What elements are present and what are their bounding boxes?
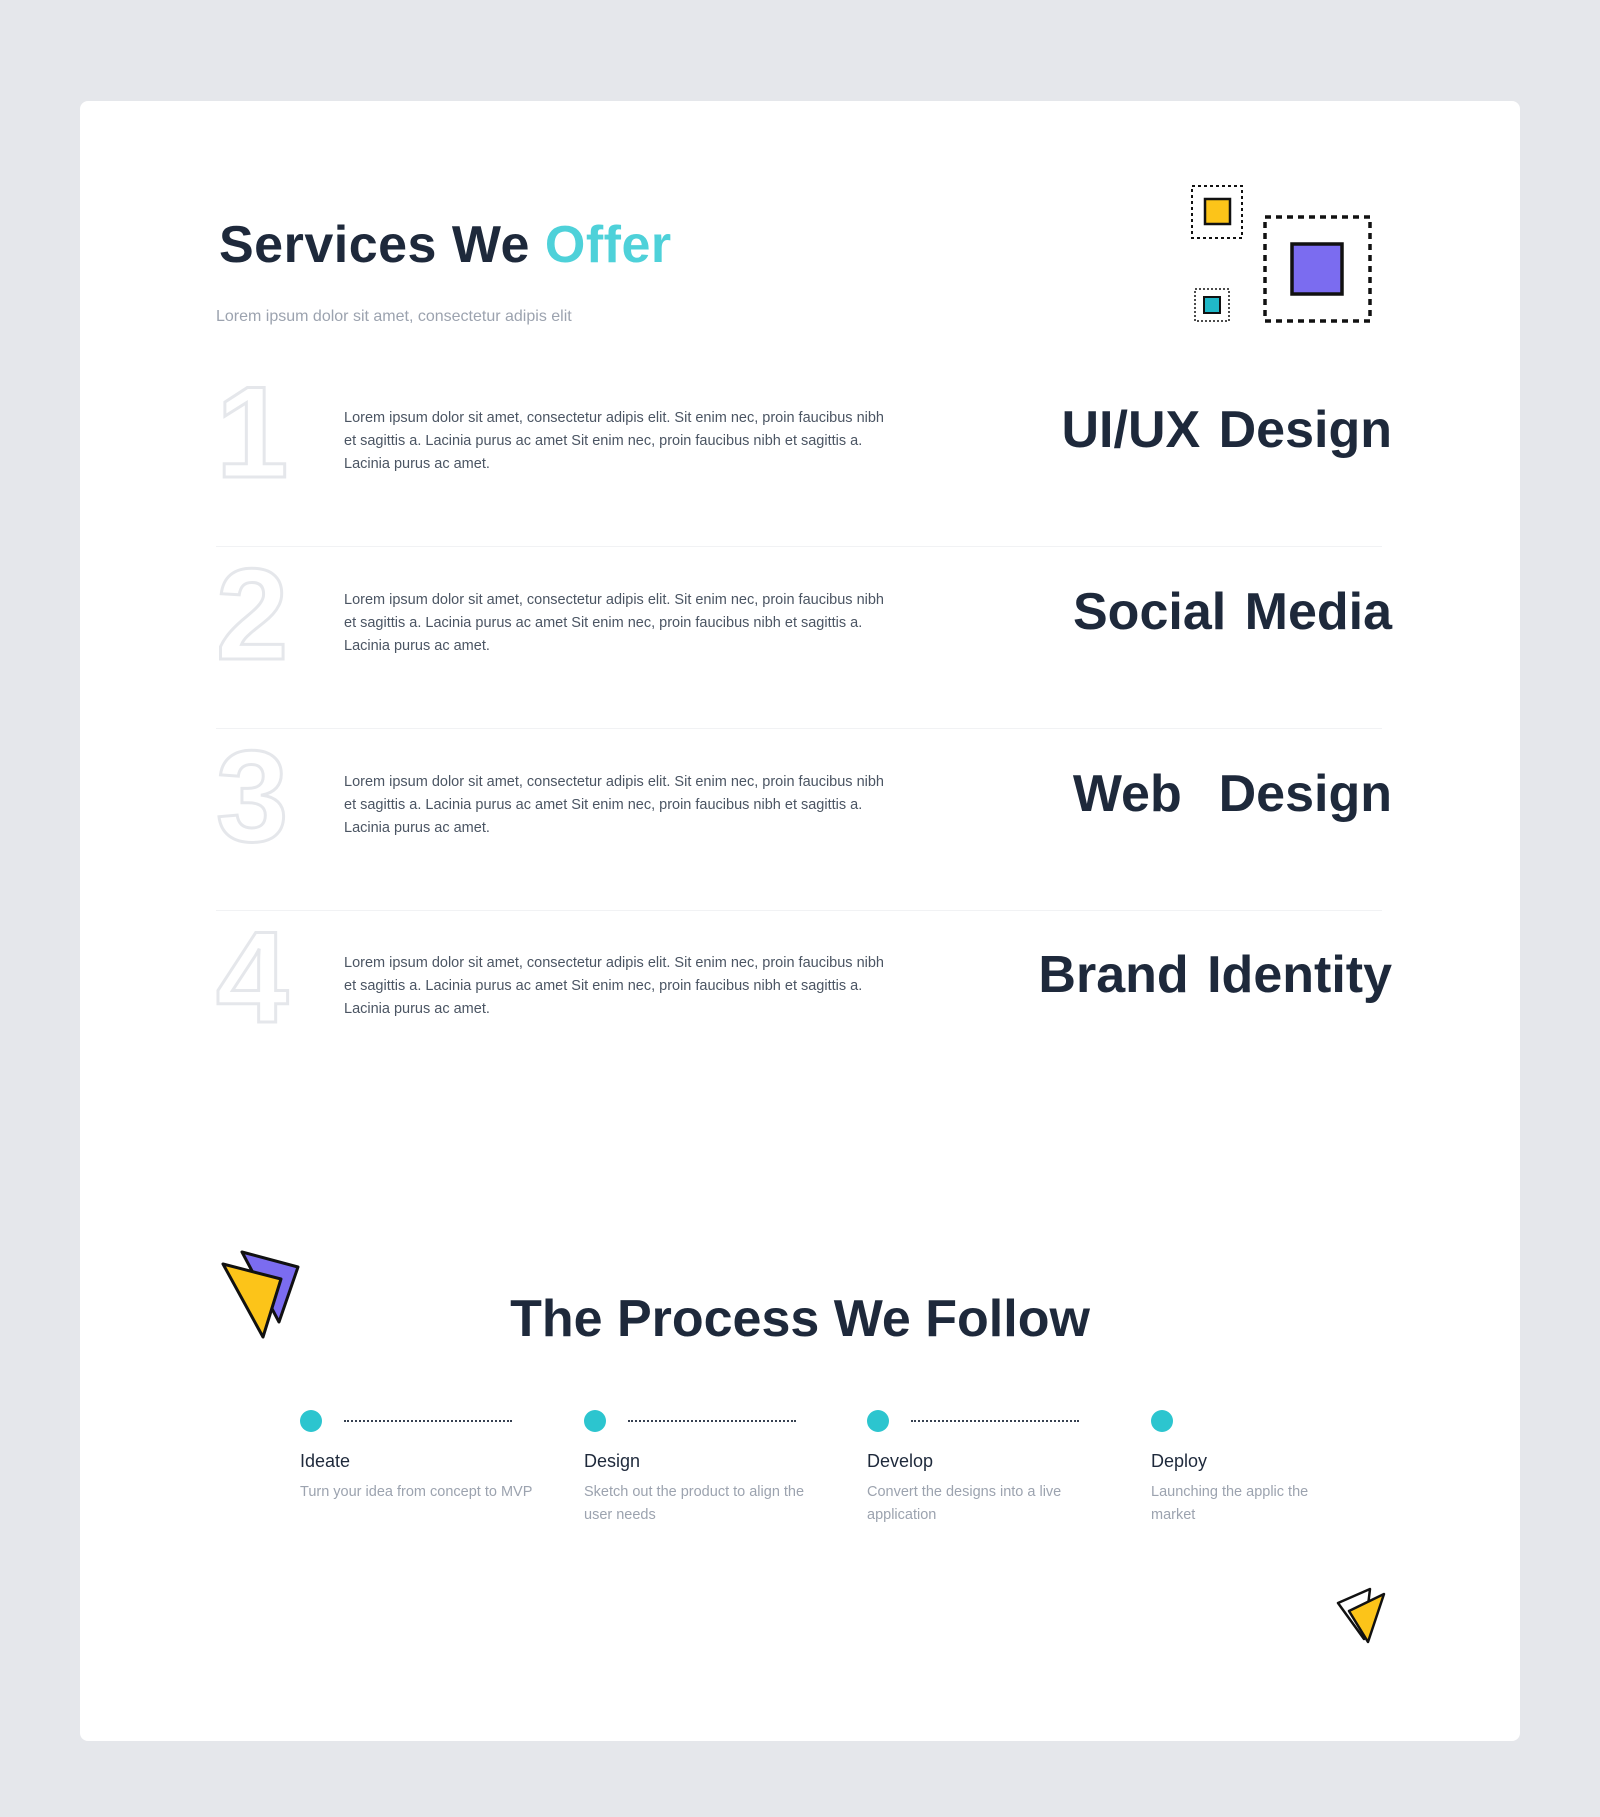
service-title: Brand Identity — [1038, 946, 1392, 1004]
service-title: Web Design — [1072, 765, 1392, 823]
step-name: Deploy — [1151, 1451, 1208, 1471]
step-dot — [1151, 1410, 1173, 1432]
row-divider — [216, 910, 1382, 911]
main-card: Services We Offer Lorem ipsum dolor sit … — [80, 101, 1520, 1741]
service-row: 3 Lorem ipsum dolor sit amet, consectetu… — [214, 723, 1392, 911]
page-title: Services We Offer — [219, 219, 672, 271]
service-number: 1 — [214, 359, 289, 505]
step-dot — [300, 1410, 322, 1432]
step-name: Design — [584, 1451, 641, 1471]
service-description: Lorem ipsum dolor sit amet, consectetur … — [344, 592, 884, 654]
process-title: The Process We Follow — [510, 1290, 1090, 1348]
step-description: Turn your idea from concept to MVP — [300, 1484, 533, 1500]
page-subtitle: Lorem ipsum dolor sit amet, consectetur … — [216, 308, 572, 325]
service-row: 4 Lorem ipsum dolor sit amet, consectetu… — [214, 904, 1392, 1092]
service-number: 2 — [214, 541, 289, 687]
step-connector — [628, 1420, 796, 1422]
service-row: 2 Lorem ipsum dolor sit amet, consectetu… — [214, 541, 1392, 729]
step-connector — [911, 1420, 1079, 1422]
service-number: 4 — [214, 904, 289, 1050]
step-dot — [584, 1410, 606, 1432]
squares-decoration-icon — [1191, 185, 1372, 323]
service-title: UI/UX Design — [1061, 401, 1393, 459]
row-divider — [216, 728, 1382, 729]
step-name: Ideate — [300, 1451, 351, 1471]
step-description: Launching the applic the market — [1151, 1484, 1309, 1523]
service-number: 3 — [214, 723, 289, 869]
row-divider — [216, 546, 1382, 547]
step-connector — [344, 1420, 512, 1422]
step-name: Develop — [867, 1451, 934, 1471]
title-accent: Offer — [544, 216, 672, 274]
service-description: Lorem ipsum dolor sit amet, consectetur … — [344, 955, 884, 1017]
step-dot — [867, 1410, 889, 1432]
service-title: Social Media — [1073, 583, 1392, 641]
title-main: Services We — [219, 216, 545, 274]
service-description: Lorem ipsum dolor sit amet, consectetur … — [344, 774, 884, 836]
step-description: Convert the designs into a live applicat… — [867, 1484, 1062, 1523]
service-row: 1 Lorem ipsum dolor sit amet, consectetu… — [214, 359, 1392, 547]
paper-plane-small-icon — [1336, 1587, 1386, 1644]
service-description: Lorem ipsum dolor sit amet, consectetur … — [344, 410, 884, 472]
step-description: Sketch out the product to align the user… — [584, 1484, 805, 1523]
